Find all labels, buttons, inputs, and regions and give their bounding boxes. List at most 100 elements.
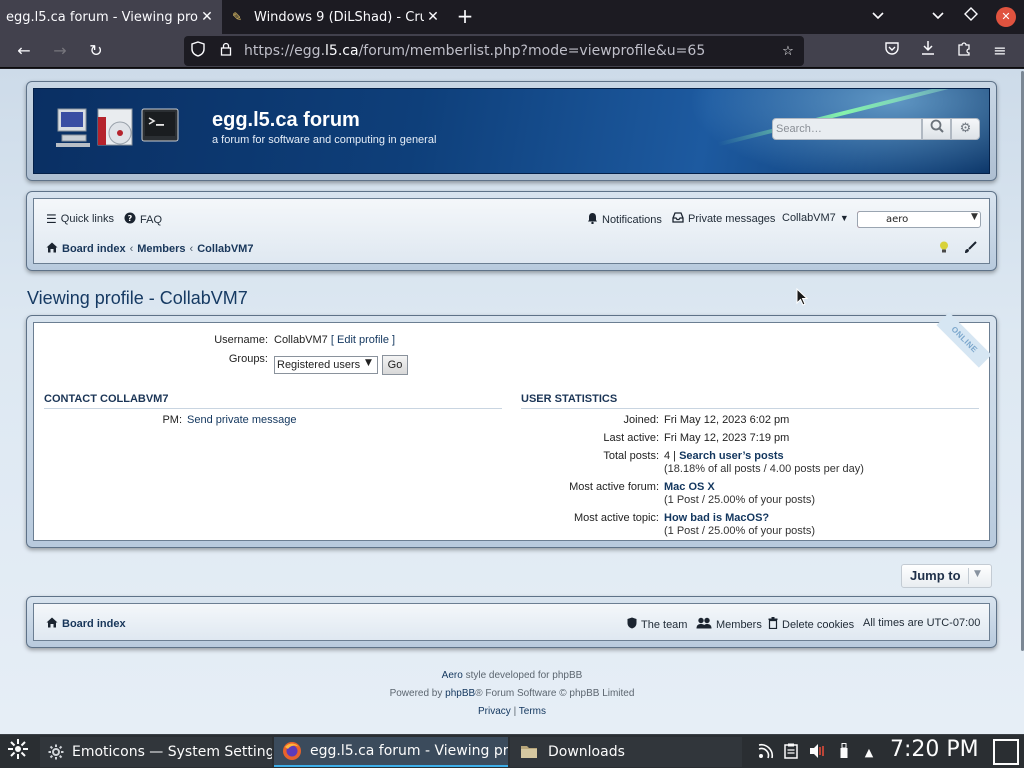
breadcrumb-board-index[interactable]: Board index (62, 243, 126, 255)
shield-icon[interactable] (184, 41, 212, 61)
the-team-link[interactable]: The team (627, 617, 687, 632)
browser-nav-bar: ← → ↻ https://egg.l5.ca/forum/memberlist… (0, 34, 1024, 68)
task-firefox[interactable]: egg.l5.ca forum - Viewing profi... (274, 737, 508, 767)
breadcrumb-separator-icon: ‹ (129, 243, 134, 255)
go-button[interactable]: Go (382, 355, 408, 375)
jump-to-divider (968, 568, 969, 584)
privacy-link[interactable]: Privacy (478, 706, 511, 717)
notifications-button[interactable]: Notifications (587, 212, 662, 227)
mouse-cursor-icon (796, 288, 808, 306)
extensions-puzzle-icon[interactable] (952, 39, 976, 63)
svg-text:?: ? (128, 214, 133, 223)
back-arrow-icon[interactable]: ← (12, 39, 36, 63)
page-scrollbar[interactable] (1020, 69, 1024, 734)
breadcrumb-members[interactable]: Members (137, 243, 185, 255)
settings-gear-icon (48, 742, 64, 762)
terms-link[interactable]: Terms (519, 706, 546, 717)
close-icon[interactable]: ✕ (198, 9, 216, 25)
bookmark-star-icon[interactable]: ☆ (772, 44, 804, 59)
members-label: Members (716, 618, 762, 631)
forward-arrow-icon[interactable]: → (48, 39, 72, 63)
new-tab-button[interactable]: + (452, 5, 478, 29)
url-host: l5.ca (325, 43, 359, 59)
quick-links-label: Quick links (60, 213, 114, 225)
url-text[interactable]: https://egg.l5.ca/forum/memberlist.php?m… (240, 43, 772, 59)
user-menu-button[interactable]: CollabVM7 ▼ (782, 212, 849, 224)
breadcrumb: Board index ‹ Members ‹ CollabVM7 (46, 242, 253, 256)
last-active-label: Last active: (603, 432, 659, 444)
search-input[interactable]: Search… (772, 118, 922, 140)
clock[interactable]: 7:20 PM (890, 737, 979, 762)
username-value: CollabVM7 (274, 334, 328, 346)
shield-icon (627, 617, 637, 632)
edit-profile-link[interactable]: [ Edit profile ] (331, 334, 395, 346)
trash-icon (768, 617, 778, 632)
list-tabs-chevron-icon[interactable] (866, 5, 890, 29)
powered-by-credit: Powered by phpBB® Forum Software © phpBB… (0, 688, 1024, 699)
volume-muted-icon[interactable] (808, 743, 828, 763)
window-close-icon[interactable]: ✕ (996, 7, 1016, 27)
most-active-topic-link[interactable]: How bad is MacOS? (664, 512, 769, 524)
most-active-topic-sub: (1 Post / 25.00% of your posts) (664, 525, 816, 537)
total-posts-label: Total posts: (603, 450, 659, 462)
footer-board-index-link[interactable]: Board index (46, 617, 126, 631)
delete-cookies-link[interactable]: Delete cookies (768, 617, 854, 632)
tab-title: egg.l5.ca forum - Viewing profi (6, 9, 198, 25)
app-launcher-icon[interactable] (4, 738, 32, 766)
groups-select[interactable]: Registered users (274, 356, 378, 374)
close-icon[interactable]: ✕ (424, 9, 442, 25)
search-icon[interactable] (922, 118, 951, 140)
profile-panel: ONLINE Username: CollabVM7 [ Edit profil… (26, 312, 997, 548)
quick-links-button[interactable]: ☰ Quick links (46, 212, 114, 226)
most-active-forum-link[interactable]: Mac OS X (664, 481, 715, 493)
lock-icon[interactable] (212, 42, 240, 60)
url-bar[interactable]: https://egg.l5.ca/forum/memberlist.php?m… (184, 36, 804, 66)
task-downloads[interactable]: Downloads (510, 737, 742, 767)
faq-label: FAQ (140, 213, 163, 226)
maximize-diamond-icon[interactable] (959, 5, 983, 29)
site-logo-icon[interactable] (56, 107, 180, 151)
send-pm-link[interactable]: Send private message (187, 414, 296, 426)
footer-board-index-label: Board index (62, 618, 126, 630)
caret-down-icon: ▼ (839, 213, 849, 223)
stats-heading: USER STATISTICS (521, 393, 618, 405)
chevron-down-icon[interactable]: ▼ (974, 569, 981, 579)
delete-cookies-label: Delete cookies (782, 618, 855, 631)
task-system-settings[interactable]: Emoticons — System Settings (40, 737, 272, 767)
search-user-posts-link[interactable]: Search user’s posts (679, 450, 784, 462)
style-credit-text: style developed for phpBB (462, 670, 583, 681)
show-desktop-button[interactable] (993, 739, 1019, 765)
tab-windows9[interactable]: ✎ Windows 9 (DiLShad) - Crus ✕ (226, 0, 448, 34)
lightbulb-icon[interactable] (939, 241, 949, 254)
task-label: Emoticons — System Settings (72, 744, 272, 760)
paintbrush-icon[interactable] (963, 241, 977, 254)
tray-expand-icon[interactable]: ▲ (860, 743, 878, 763)
clipboard-icon[interactable] (782, 743, 800, 763)
menu-hamburger-icon[interactable]: ≡ (988, 39, 1012, 63)
usb-device-icon[interactable] (836, 743, 852, 763)
members-link[interactable]: Members (696, 617, 762, 632)
header-banner: egg.l5.ca forum a forum for software and… (33, 88, 990, 174)
most-active-forum-sub: (1 Post / 25.00% of your posts) (664, 494, 816, 506)
tab-forum-profile[interactable]: egg.l5.ca forum - Viewing profi ✕ (0, 0, 222, 34)
taskbar: Emoticons — System Settings egg.l5.ca fo… (0, 734, 1024, 768)
last-active-value: Fri May 12, 2023 7:19 pm (664, 432, 790, 444)
style-select[interactable]: aero (857, 211, 981, 228)
pocket-icon[interactable] (880, 39, 904, 63)
users-icon (696, 617, 712, 632)
tab-title: Windows 9 (DiLShad) - Crus (254, 9, 424, 25)
private-messages-button[interactable]: Private messages (672, 212, 775, 226)
aero-style-link[interactable]: Aero (442, 670, 463, 681)
faq-link[interactable]: ? FAQ (124, 212, 162, 227)
reload-icon[interactable]: ↻ (84, 39, 108, 63)
phpbb-link[interactable]: phpBB (445, 688, 475, 699)
favicon-icon: ✎ (232, 10, 243, 24)
minimize-chevron-icon[interactable] (926, 5, 950, 29)
advanced-search-gear-icon[interactable]: ⚙ (951, 118, 980, 140)
site-title[interactable]: egg.l5.ca forum (212, 109, 360, 132)
download-icon[interactable] (916, 39, 940, 63)
section-divider (521, 408, 979, 409)
breadcrumb-user[interactable]: CollabVM7 (197, 243, 253, 255)
network-icon[interactable] (755, 743, 775, 763)
navbar-inner: ☰ Quick links ? FAQ Notifications Privat (33, 198, 990, 264)
